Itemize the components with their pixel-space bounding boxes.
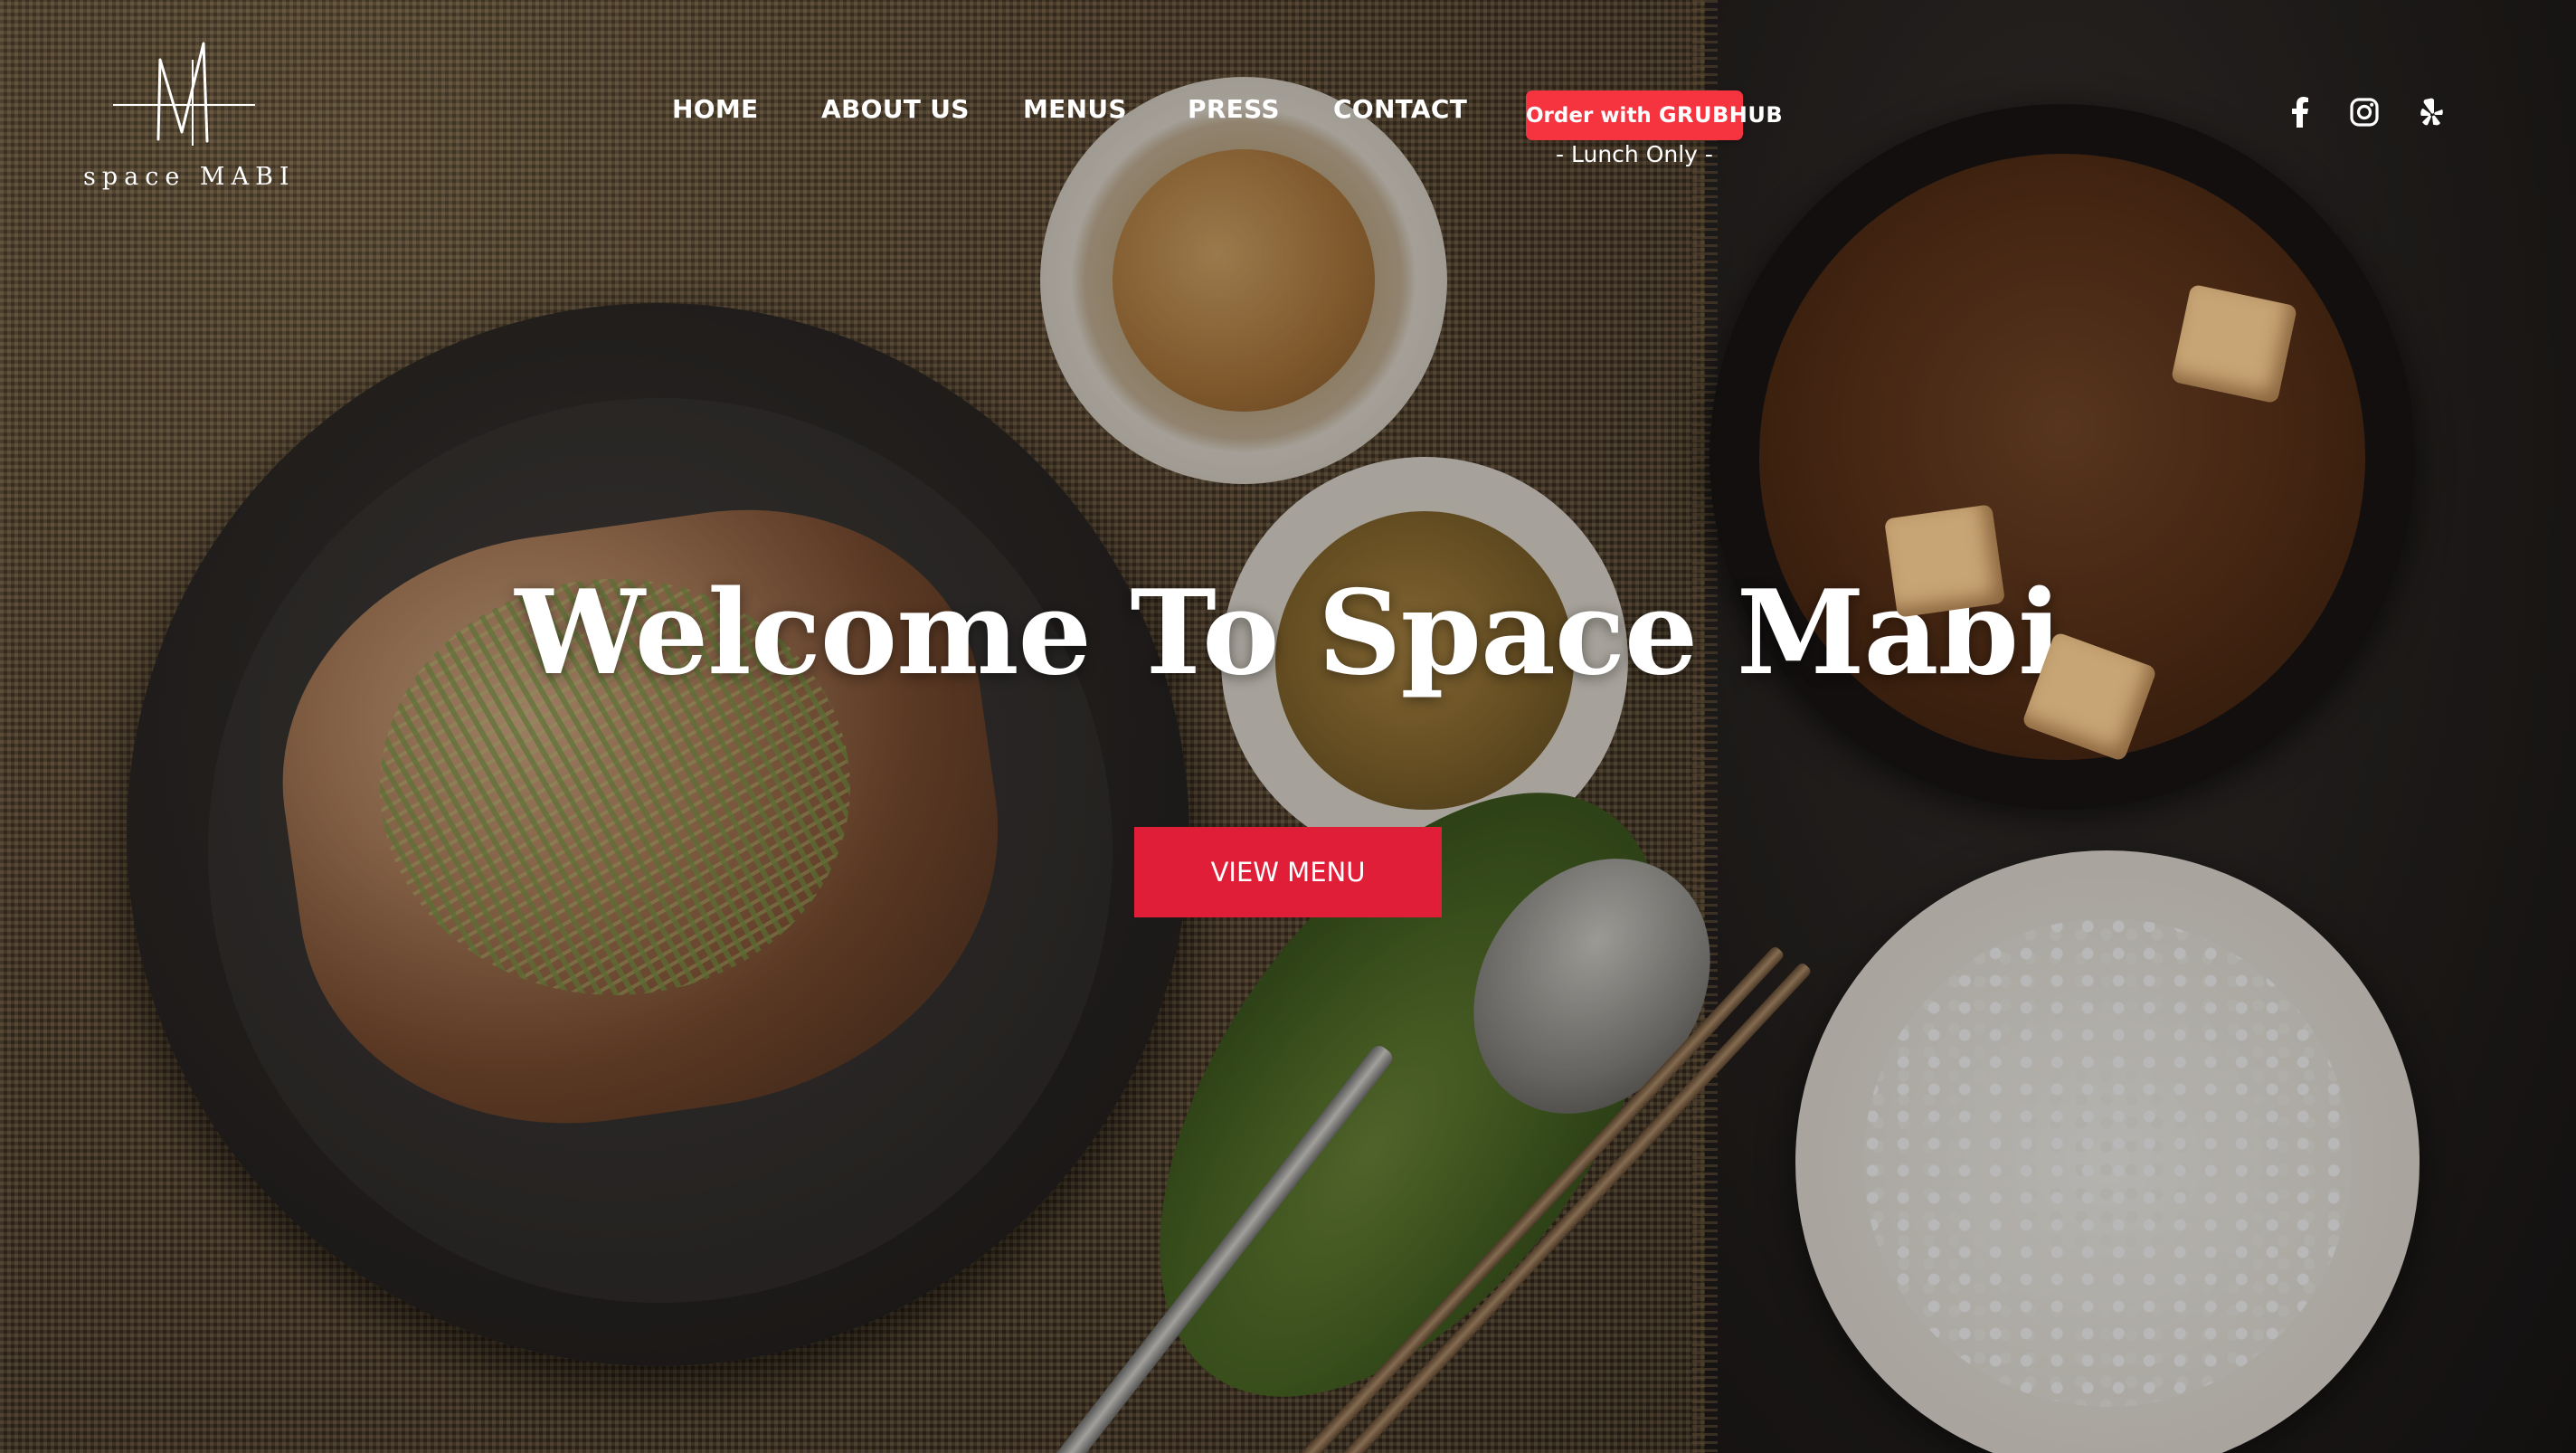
grubhub-prefix: Order with	[1526, 104, 1652, 128]
lunch-only-note: - Lunch Only -	[1556, 141, 1713, 167]
logo-text: space MABI	[83, 163, 296, 191]
dark-overlay	[0, 0, 2576, 1453]
nav-home[interactable]: HOME	[672, 94, 758, 124]
nav-about-us[interactable]: ABOUT US	[821, 94, 970, 124]
main-nav: HOME ABOUT US MENUS PRESS CONTACT	[0, 94, 2576, 130]
facebook-icon[interactable]	[2282, 94, 2318, 130]
hero-headline: Welcome To Space Mabi	[515, 565, 2061, 701]
hero-section: space MABI HOME ABOUT US MENUS PRESS CON…	[0, 0, 2576, 1453]
yelp-icon[interactable]	[2413, 94, 2449, 130]
nav-press[interactable]: PRESS	[1188, 94, 1280, 124]
instagram-icon[interactable]	[2346, 94, 2382, 130]
nav-menus[interactable]: MENUS	[1023, 94, 1127, 124]
grubhub-order-button[interactable]: Order with GRUBHUB	[1526, 90, 1783, 140]
tofu-image	[1883, 504, 2006, 618]
view-menu-button[interactable]: VIEW MENU	[1134, 827, 1442, 917]
grubhub-brand: GRUBHUB	[1658, 102, 1784, 128]
nav-contact[interactable]: CONTACT	[1333, 94, 1467, 124]
